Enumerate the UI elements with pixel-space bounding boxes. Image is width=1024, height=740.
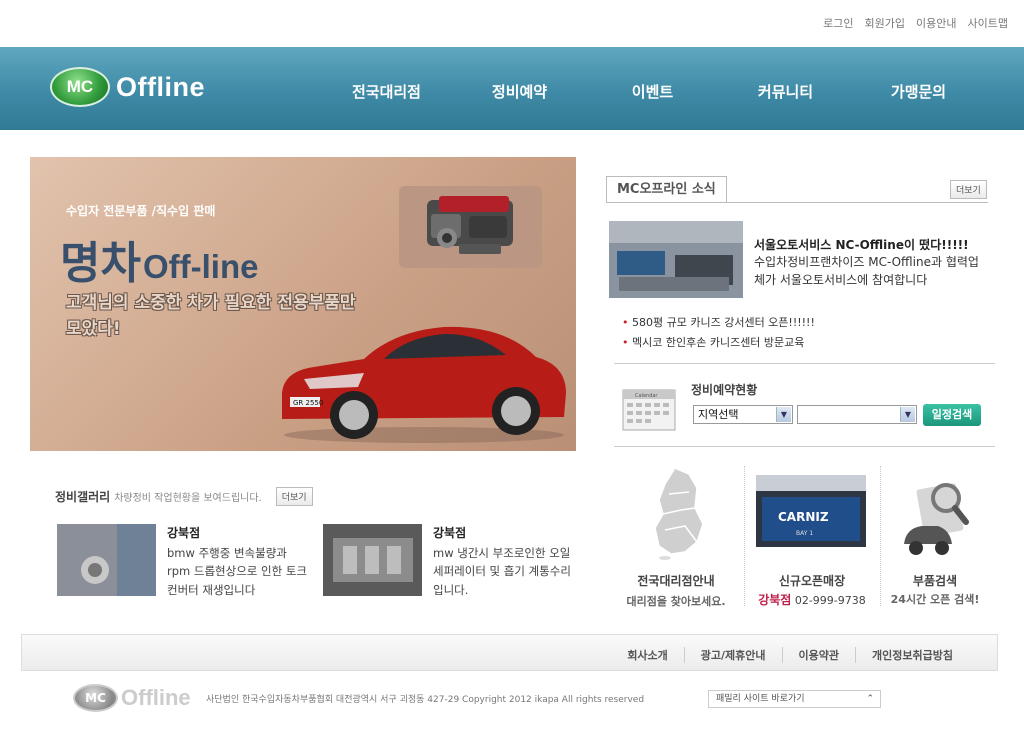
gallery-item-body: bmw 주행중 변속불량과 rpm 드롭현상으로 인한 토크 컨버터 재생입니다	[167, 546, 307, 597]
footer-logo-mark: MC	[73, 684, 118, 712]
chevron-up-icon: ⌃	[866, 694, 874, 704]
new-store-info: 강북점 02-999-9738	[748, 591, 876, 608]
gallery-thumb-image	[323, 524, 422, 596]
gallery-header: 정비갤러리 차량정비 작업현황을 보여드립니다. 더보기	[55, 487, 313, 506]
logo[interactable]: MC Offline	[50, 67, 205, 107]
news-list: 580평 규모 카니즈 강서센터 오픈!!!!!! 멕시코 한인후손 카니즈센터…	[622, 313, 815, 353]
news-more-button[interactable]: 더보기	[950, 180, 987, 199]
logo-mark: MC	[50, 67, 110, 107]
footer-link-privacy[interactable]: 개인정보취급방침	[855, 647, 969, 663]
parts-search-icon[interactable]	[900, 478, 976, 558]
gallery-more-button[interactable]: 더보기	[275, 487, 313, 506]
news-image[interactable]	[609, 221, 743, 298]
dealer-guide-title[interactable]: 전국대리점안내	[615, 572, 737, 589]
korea-map-icon[interactable]	[645, 464, 715, 560]
branch-select[interactable]: ▼	[797, 405, 917, 424]
new-store-title[interactable]: 신규오픈매장	[748, 572, 876, 589]
nav-item-reservation[interactable]: 정비예약	[453, 81, 586, 102]
region-select[interactable]: 지역선택 ▼	[693, 405, 793, 424]
login-link[interactable]: 로그인	[823, 15, 853, 31]
main-banner[interactable]: 수입자 전문부품 /직수입 판매 명차Off-line 고객님의 소중한 차가 …	[30, 157, 576, 451]
gallery-desc: 차량정비 작업현황을 보여드립니다.	[114, 493, 262, 504]
region-select-value: 지역선택	[698, 408, 739, 421]
engine-image	[399, 186, 542, 268]
family-site-label: 패밀리 사이트 바로가기	[716, 694, 805, 704]
banner-title-main: 명차	[60, 239, 141, 288]
chevron-down-icon: ▼	[900, 407, 915, 422]
guide-link[interactable]: 이용안내	[916, 15, 956, 31]
banner-title-sub: Off-line	[142, 248, 259, 285]
nav-item-event[interactable]: 이벤트	[586, 81, 719, 102]
new-store-name: 강북점	[758, 593, 792, 607]
gallery-item-body: mw 냉간시 부조로인한 오일세퍼레이터 및 흡기 계통수리입니다.	[433, 546, 571, 597]
footer-links: 회사소개 광고/제휴안내 이용약관 개인정보취급방침	[611, 647, 969, 663]
gallery-item-name: 강북점	[433, 526, 467, 540]
header: MC Offline 전국대리점 정비예약 이벤트 커뮤니티 가맹문의	[0, 47, 1024, 130]
gallery-item-name: 강북점	[167, 526, 201, 540]
new-store-phone: 02-999-9738	[794, 594, 866, 607]
sitemap-link[interactable]: 사이트맵	[968, 15, 1008, 31]
divider	[614, 446, 995, 447]
banner-subtitle: 수입자 전문부품 /직수입 판매	[66, 204, 216, 218]
family-site-select[interactable]: 패밀리 사이트 바로가기 ⌃	[708, 690, 881, 708]
footer-link-terms[interactable]: 이용약관	[781, 647, 855, 663]
store-sign: CARNIZ	[778, 510, 829, 524]
store-bay: BAY 1	[796, 530, 813, 537]
news-divider	[606, 202, 988, 203]
divider	[744, 466, 745, 606]
news-list-item[interactable]: 580평 규모 카니즈 강서센터 오픈!!!!!!	[622, 313, 815, 333]
news-tab[interactable]: MC오프라인 소식	[606, 176, 727, 203]
news-list-item[interactable]: 멕시코 한인후손 카니즈센터 방문교육	[622, 333, 815, 353]
footer-bar: 회사소개 광고/제휴안내 이용약관 개인정보취급방침	[21, 634, 998, 671]
dealer-guide-sub: 대리점을 찾아보세요.	[626, 595, 726, 608]
gallery-thumb-image	[57, 524, 156, 596]
nav-item-franchise[interactable]: 가맹문의	[852, 81, 985, 102]
parts-search-title[interactable]: 부품검색	[884, 572, 986, 589]
footer-logo: MC Offline	[73, 684, 191, 712]
divider	[880, 466, 881, 606]
new-store-image[interactable]: CARNIZ BAY 1	[756, 475, 866, 547]
schedule-search-button[interactable]: 일정검색	[923, 404, 981, 426]
signup-link[interactable]: 회원가입	[865, 15, 905, 31]
gallery-title: 정비갤러리	[55, 490, 111, 504]
nav-item-community[interactable]: 커뮤니티	[719, 81, 852, 102]
gallery-item[interactable]: 강북점 mw 냉간시 부조로인한 오일세퍼레이터 및 흡기 계통수리입니다.	[323, 524, 573, 599]
footer-link-company[interactable]: 회사소개	[611, 647, 683, 663]
gallery-item[interactable]: 강북점 bmw 주행중 변속불량과 rpm 드롭현상으로 인한 토크 컨버터 재…	[57, 524, 307, 599]
logo-text: Offline	[116, 71, 205, 102]
car-plate: GR 2550	[293, 399, 323, 407]
news-body: 수입차정비프랜차이즈 MC-Offline과 협력업체가 서울오토서비스에 참여…	[754, 255, 979, 287]
news-headline[interactable]: 서울오토서비스 NC-Offline이 떴다!!!!!	[754, 236, 969, 253]
footer-link-ads[interactable]: 광고/제휴안내	[683, 647, 782, 663]
main-nav: 전국대리점 정비예약 이벤트 커뮤니티 가맹문의	[320, 81, 985, 102]
nav-item-dealers[interactable]: 전국대리점	[320, 81, 453, 102]
calendar-label: Calendar	[635, 393, 658, 399]
copyright: 사단법인 한국수입자동차부품협회 대전광역시 서구 괴정동 427-29 Cop…	[206, 695, 645, 705]
reservation-title: 정비예약현황	[691, 383, 758, 397]
chevron-down-icon: ▼	[776, 407, 791, 422]
footer-logo-text: Offline	[121, 685, 191, 710]
calendar-icon: Calendar	[622, 389, 676, 431]
banner-title: 명차Off-line	[60, 227, 258, 291]
top-links: 로그인 회원가입 이용안내 사이트맵	[823, 15, 1008, 31]
divider	[614, 363, 995, 364]
car-image: GR 2550	[282, 326, 566, 443]
parts-search-sub: 24시간 오픈 검색!	[890, 593, 980, 606]
